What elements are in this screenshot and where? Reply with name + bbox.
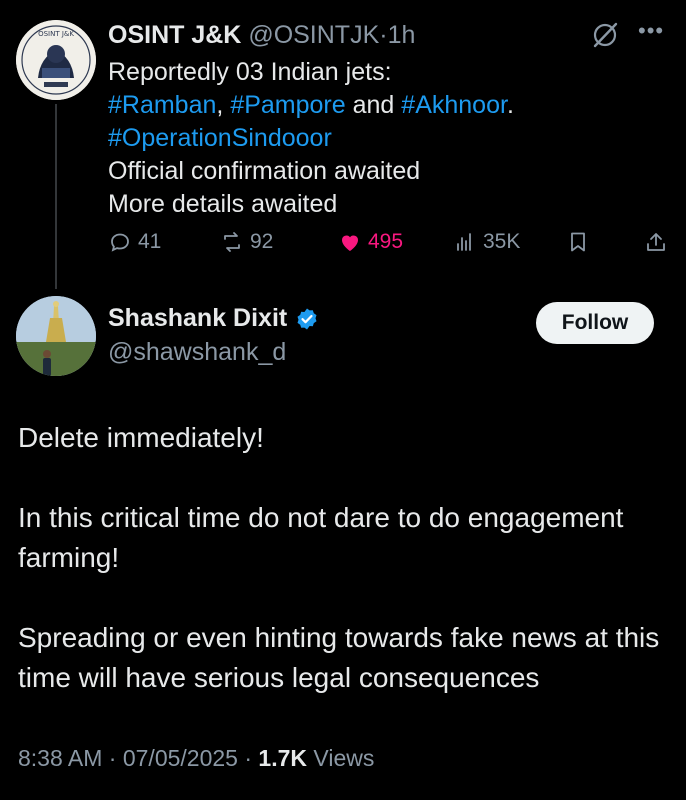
follow-button[interactable]: Follow [536,302,654,344]
bookmark-icon [571,232,585,252]
repost-count: 92 [250,230,274,253]
and-word: and [352,91,395,119]
paragraph-3: Spreading or even hinting towards fake n… [18,622,660,693]
bookmark-button[interactable] [566,230,590,254]
tweet-actions: 41 92 495 35K [108,230,668,260]
profile-photo [16,296,96,376]
like-button[interactable]: 495 [338,230,403,254]
quoted-time-ago[interactable]: 1h [388,21,416,49]
reply-button[interactable]: 41 [108,230,161,254]
shashank-avatar[interactable] [16,296,96,376]
tweet-meta: 8:38 AM · 07/05/2025 · 1.7K Views [18,745,374,772]
hashtag-ramban[interactable]: #Ramban [108,91,216,119]
main-author-handle[interactable]: @shawshank_d [108,338,286,367]
header-separator: · [379,21,388,49]
main-tweet-text: Delete immediately! In this critical tim… [18,418,668,738]
hashtag-akhnoor[interactable]: #Akhnoor [401,91,507,119]
views-button[interactable]: 35K [453,230,520,254]
views-label: Views [313,745,375,771]
reply-count: 41 [138,230,162,253]
paragraph-1: Delete immediately! [18,422,264,453]
views-count: 35K [483,230,521,253]
meta-separator-2: · [244,745,253,771]
like-count: 495 [368,230,404,253]
comma: , [216,91,224,119]
main-author-name[interactable]: Shashank Dixit [108,304,287,333]
quoted-line-3: #OperationSindooor [108,122,668,155]
osint-avatar[interactable]: OSINT J&K [16,20,96,100]
quoted-line-2: #Ramban, #Pampore and #Akhnoor. [108,89,668,122]
paragraph-2: In this critical time do not dare to do … [18,502,624,573]
quoted-tweet-text: Reportedly 03 Indian jets: #Ramban, #Pam… [108,56,668,221]
repost-icon [224,232,240,252]
share-icon [647,233,665,251]
period: . [506,91,514,119]
hashtag-operation-sindooor[interactable]: #OperationSindooor [108,124,332,152]
views-total[interactable]: 1.7K [258,745,307,771]
hashtag-pampore[interactable]: #Pampore [230,91,345,119]
grok-icon[interactable] [590,20,620,50]
views-icon [457,233,471,251]
quoted-author-handle[interactable]: @OSINTJK [248,21,379,49]
quoted-line-5: More details awaited [108,190,338,218]
osint-logo-text: OSINT J&K [38,30,74,38]
quoted-line-4: Official confirmation awaited [108,157,421,185]
meta-separator-1: · [108,745,117,771]
more-icon[interactable]: ••• [638,18,664,44]
post-date[interactable]: 07/05/2025 [123,745,238,771]
quoted-tweet-header: OSINT J&K @OSINTJK·1h [108,20,415,50]
osint-logo-image: OSINT J&K [16,20,96,100]
quoted-line-1: Reportedly 03 Indian jets: [108,58,392,86]
main-author-name-row: Shashank Dixit [108,304,319,333]
heart-icon [342,235,358,251]
quoted-author-name[interactable]: OSINT J&K [108,21,241,49]
share-button[interactable] [644,230,668,254]
repost-button[interactable]: 92 [220,230,273,254]
post-time[interactable]: 8:38 AM [18,745,102,771]
reply-icon [111,233,129,252]
verified-badge-icon[interactable] [295,307,319,331]
thread-line [55,104,57,289]
